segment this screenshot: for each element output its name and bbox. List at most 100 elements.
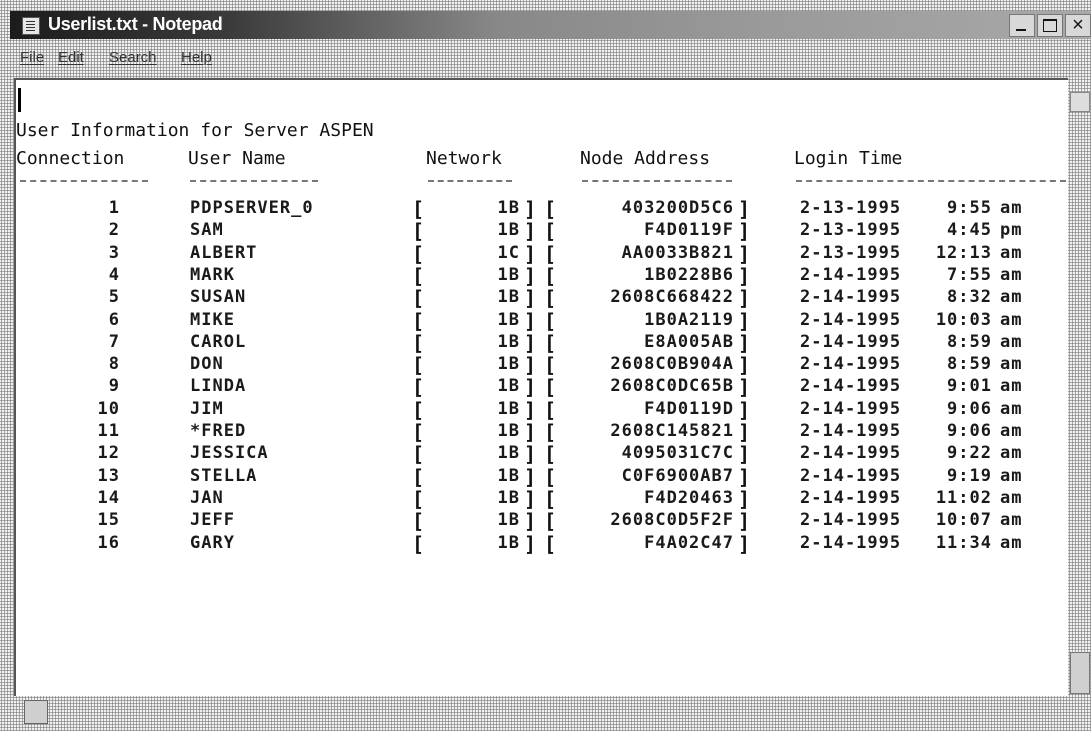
login-ampm: am: [1000, 354, 1023, 374]
header-underline: [428, 180, 512, 182]
node-close-bracket: ]: [738, 465, 751, 489]
network-close-bracket: ]: [524, 309, 537, 333]
network-id: 1B: [497, 220, 520, 240]
network-open-bracket: [: [412, 331, 425, 355]
login-time: 9:01: [947, 376, 992, 396]
node-address: 1B0228B6: [644, 265, 734, 285]
network-open-bracket: [: [412, 398, 425, 422]
network-id: 1B: [497, 488, 520, 508]
login-time: 8:32: [947, 287, 992, 307]
login-ampm: am: [1000, 488, 1023, 508]
login-date: 2-14-1995: [800, 310, 902, 330]
login-time: 4:45: [947, 220, 992, 240]
node-open-bracket: [: [544, 219, 557, 243]
network-id: 1B: [497, 466, 520, 486]
node-address: E8A005AB: [644, 332, 734, 352]
network-open-bracket: [: [412, 219, 425, 243]
horizontal-scrollbar[interactable]: [10, 694, 1091, 731]
node-close-bracket: ]: [738, 309, 751, 333]
user-name: LINDA: [190, 376, 247, 396]
login-date: 2-14-1995: [800, 533, 902, 553]
scroll-up-button[interactable]: [1070, 92, 1090, 112]
node-close-bracket: ]: [738, 242, 751, 266]
login-time: 7:55: [947, 265, 992, 285]
login-date: 2-14-1995: [800, 488, 902, 508]
node-address: 1B0A2119: [644, 310, 734, 330]
column-header-network: Network: [426, 148, 502, 169]
network-id: 1B: [497, 510, 520, 530]
header-underline: [20, 180, 148, 182]
connection-number: 5: [108, 287, 120, 307]
network-id: 1C: [497, 243, 520, 263]
network-id: 1B: [497, 287, 520, 307]
login-time: 12:13: [935, 243, 992, 263]
node-close-bracket: ]: [738, 487, 751, 511]
notepad-window: Userlist.txt - Notepad × File Edit Searc…: [0, 0, 1091, 731]
network-open-bracket: [: [412, 487, 425, 511]
menu-file[interactable]: File: [20, 49, 44, 66]
connection-number: 15: [97, 510, 120, 530]
user-name: MIKE: [190, 310, 235, 330]
maximize-button[interactable]: [1037, 14, 1063, 37]
login-time: 9:06: [947, 399, 992, 419]
node-close-bracket: ]: [738, 264, 751, 288]
network-close-bracket: ]: [524, 509, 537, 533]
node-close-bracket: ]: [738, 442, 751, 466]
node-address: C0F6900AB7: [621, 466, 734, 486]
node-address: 2608C0D5F2F: [610, 510, 734, 530]
connection-number: 11: [97, 421, 120, 441]
login-ampm: am: [1000, 265, 1023, 285]
network-open-bracket: [: [412, 420, 425, 444]
text-edit-area[interactable]: User Information for Server ASPEN Connec…: [14, 78, 1068, 696]
login-time: 9:22: [947, 443, 992, 463]
network-open-bracket: [: [412, 353, 425, 377]
network-close-bracket: ]: [524, 264, 537, 288]
column-header-node-address: Node Address: [580, 148, 711, 169]
login-date: 2-14-1995: [800, 332, 902, 352]
minimize-button[interactable]: [1009, 14, 1035, 37]
node-address: F4A02C47: [644, 533, 734, 553]
menu-edit[interactable]: Edit: [58, 49, 84, 66]
node-address: AA0033B821: [621, 243, 734, 263]
vertical-scrollbar[interactable]: [1068, 78, 1091, 694]
close-button[interactable]: ×: [1065, 14, 1091, 37]
node-address: F4D20463: [644, 488, 734, 508]
node-close-bracket: ]: [738, 219, 751, 243]
notepad-app-icon[interactable]: [22, 17, 40, 35]
login-time: 8:59: [947, 354, 992, 374]
node-close-bracket: ]: [738, 509, 751, 533]
login-date: 2-14-1995: [800, 287, 902, 307]
node-address: F4D0119F: [644, 220, 734, 240]
login-ampm: am: [1000, 466, 1023, 486]
login-time: 11:02: [935, 488, 992, 508]
network-id: 1B: [497, 421, 520, 441]
node-address: 403200D5C6: [621, 198, 734, 218]
network-id: 1B: [497, 354, 520, 374]
menu-help[interactable]: Help: [181, 49, 212, 66]
header-underline: [190, 180, 318, 182]
network-close-bracket: ]: [524, 398, 537, 422]
title-bar[interactable]: Userlist.txt - Notepad ×: [10, 11, 1091, 39]
network-close-bracket: ]: [524, 442, 537, 466]
node-open-bracket: [: [544, 286, 557, 310]
network-id: 1B: [497, 399, 520, 419]
network-id: 1B: [497, 265, 520, 285]
network-close-bracket: ]: [524, 286, 537, 310]
login-ampm: pm: [1000, 220, 1023, 240]
user-name: JIM: [190, 399, 224, 419]
node-address: 2608C668422: [610, 287, 734, 307]
network-open-bracket: [: [412, 375, 425, 399]
scroll-down-button[interactable]: [1070, 652, 1090, 694]
node-address: 4095031C7C: [621, 443, 734, 463]
network-close-bracket: ]: [524, 197, 537, 221]
menu-search[interactable]: Search: [109, 49, 157, 66]
node-open-bracket: [: [544, 509, 557, 533]
scroll-left-button[interactable]: [24, 700, 48, 724]
connection-number: 6: [108, 310, 120, 330]
node-close-bracket: ]: [738, 375, 751, 399]
user-name: PDPSERVER_0: [190, 198, 314, 218]
login-date: 2-14-1995: [800, 510, 902, 530]
node-open-bracket: [: [544, 465, 557, 489]
node-address: F4D0119D: [644, 399, 734, 419]
node-open-bracket: [: [544, 242, 557, 266]
